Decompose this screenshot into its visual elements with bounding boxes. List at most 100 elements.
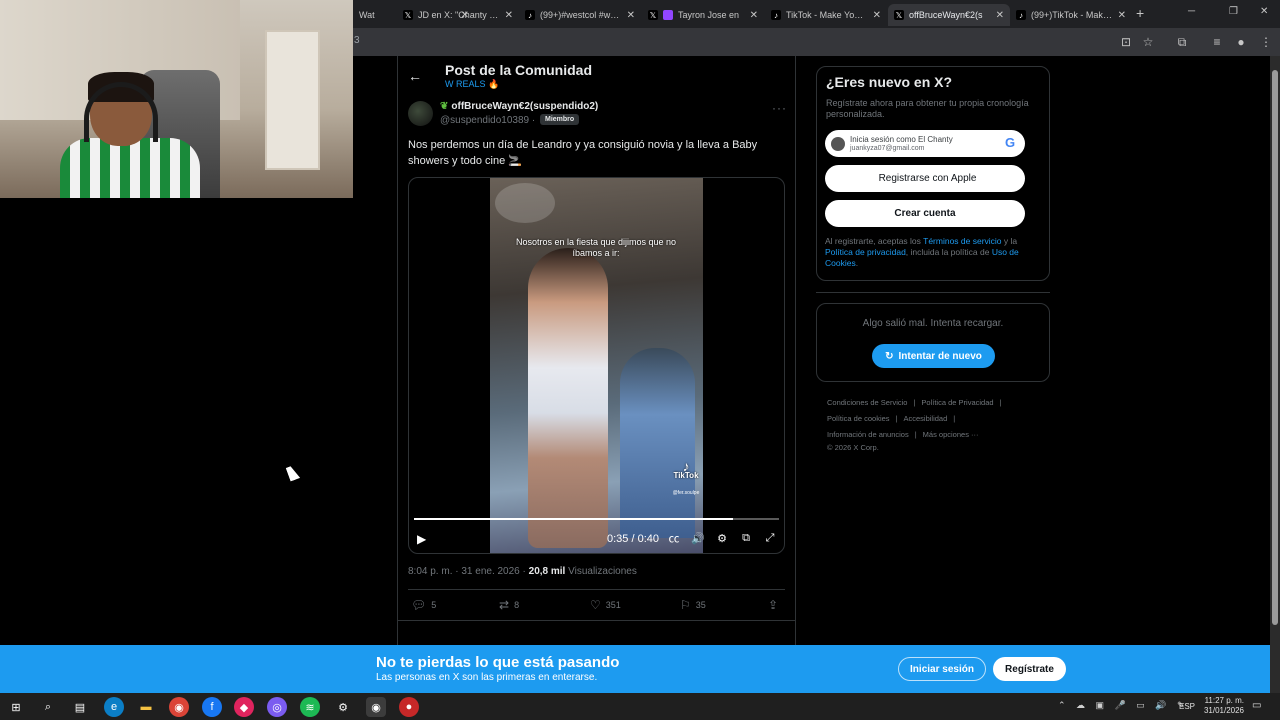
repost-icon: ⇄ (499, 598, 510, 612)
retry-button[interactable]: ↻ Intentar de nuevo (872, 344, 995, 368)
browser-tab[interactable]: ♪ (99+)TikTok - Make Y ✕ (1010, 4, 1132, 26)
user-handle[interactable]: @suspendido10389 · (440, 115, 535, 126)
browser-tab[interactable]: ♪ TikTok - Make Your D ✕ (765, 4, 887, 26)
browser-tab[interactable]: ♪ (99+)#westcol #west ✕ (519, 4, 641, 26)
task-view-icon[interactable]: ▤ (70, 697, 90, 717)
facebook-icon[interactable]: f (202, 697, 222, 717)
play-icon[interactable]: ▶ (417, 532, 426, 546)
google-account-email: juankyza07@gmail.com (850, 145, 925, 152)
signup-title: ¿Eres nuevo en X? (826, 74, 953, 90)
create-account-button[interactable]: Crear cuenta (825, 200, 1025, 227)
settings-gear-icon[interactable]: ⚙ (715, 531, 729, 545)
privacy-policy-link[interactable]: Política de privacidad (825, 247, 906, 257)
login-button[interactable]: Iniciar sesión (898, 657, 986, 681)
browser-tab[interactable]: 𝕏 JD en X: "Chanty está ✕ (397, 4, 519, 26)
tab-title: JD en X: "Chanty está (418, 10, 500, 20)
close-icon[interactable]: ✕ (996, 10, 1004, 21)
close-icon[interactable]: ✕ (505, 10, 513, 21)
settings-gear-icon[interactable]: ⚙ (333, 697, 353, 717)
create-account-label: Crear cuenta (894, 208, 956, 219)
share-button[interactable]: ⇪ (768, 598, 778, 612)
browser-tab[interactable]: 𝕏 Tayron Jose en ✕ (642, 4, 764, 26)
footer-separator: | (953, 414, 956, 423)
fullscreen-icon[interactable]: ⤢ (763, 531, 777, 545)
minimize-icon[interactable]: ─ (1188, 6, 1195, 17)
video-progress-fill (414, 518, 734, 520)
notifications-icon[interactable]: ▭ (1252, 700, 1261, 711)
close-icon[interactable]: ✕ (1118, 10, 1126, 21)
avatar[interactable] (408, 101, 433, 126)
picture-in-picture-icon[interactable]: ⧉ (739, 531, 753, 545)
tab-title: (99+)TikTok - Make Y (1031, 10, 1113, 20)
signup-description: Regístrate ahora para obtener tu propia … (826, 98, 1029, 119)
close-window-icon[interactable]: ✕ (1260, 6, 1268, 17)
display-name[interactable]: ❦ offBruceWayn€2(suspendido2) (440, 101, 598, 112)
captions-icon[interactable]: ㏄ (667, 531, 681, 545)
more-options-icon[interactable]: ··· (772, 101, 787, 115)
search-icon[interactable]: ⌕ (38, 697, 58, 717)
close-icon[interactable]: ✕ (627, 10, 635, 21)
maximize-icon[interactable]: ❐ (1229, 6, 1238, 17)
webcam-overlay (0, 0, 353, 198)
like-button[interactable]: ♡ 351 (590, 598, 621, 612)
media-control-icon[interactable]: ≡ (1209, 34, 1225, 50)
footer-separator: | (913, 398, 916, 407)
footer-links: Condiciones de Servicio | Política de Priv… (827, 395, 1037, 453)
webcam-shirt (60, 138, 200, 198)
language-indicator[interactable]: ESP (1179, 702, 1195, 711)
extensions-icon[interactable]: ⧉ (1174, 34, 1190, 50)
spotify-icon[interactable]: ≋ (300, 697, 320, 717)
new-tab-button[interactable]: + (1136, 5, 1144, 21)
install-app-icon[interactable]: ⊡ (1118, 34, 1134, 50)
bookmark-icon: ⚐ (680, 598, 691, 612)
leaf-icon: ❦ (440, 101, 449, 112)
footer-separator: | (895, 414, 898, 423)
obs-icon[interactable]: ● (399, 697, 419, 717)
apple-signup-button[interactable]: Registrarse con Apple (825, 165, 1025, 192)
red-app-icon[interactable]: ◆ (234, 697, 254, 717)
file-explorer-icon[interactable]: ▬ (136, 697, 156, 717)
bookmark-button[interactable]: ⚐ 35 (680, 598, 706, 612)
edge-icon[interactable]: e (104, 697, 124, 717)
twitch-logo-icon (663, 10, 673, 20)
scrollbar-thumb[interactable] (1272, 70, 1278, 625)
back-arrow-icon[interactable]: ← (408, 68, 422, 84)
windows-start-icon[interactable]: ⊞ (6, 697, 26, 717)
footer-copyright: © 2026 X Corp. (827, 443, 879, 452)
browser-tab-active[interactable]: 𝕏offBruceWayn€2(s ✕ (888, 4, 1010, 26)
display-name-text: offBruceWayn€2(suspendido2) (451, 101, 599, 112)
volume-icon[interactable]: 🔊 (691, 531, 705, 545)
chrome-icon[interactable]: ◉ (169, 697, 189, 717)
footer-accessibility-link[interactable]: Accesibilidad (904, 414, 948, 423)
system-tray-icons[interactable]: ⌃ ☁ ▣ 🎤 ▭ 🔊 ✎ (1058, 700, 1189, 711)
heart-icon: ♡ (590, 598, 601, 612)
community-link[interactable]: W REALS 🔥 (445, 79, 499, 90)
footer-ads-link[interactable]: Información de anuncios (827, 430, 909, 439)
close-icon[interactable]: ✕ (873, 10, 881, 21)
footer-terms-link[interactable]: Condiciones de Servicio (827, 398, 907, 407)
banner-subtitle: Las personas en X son las primeras en en… (376, 672, 598, 683)
url-field[interactable]: 3 (354, 35, 360, 46)
bookmark-star-icon[interactable]: ☆ (1140, 34, 1156, 50)
video-frame[interactable] (490, 178, 703, 553)
like-count: 351 (605, 600, 621, 610)
close-icon[interactable]: ✕ (750, 10, 758, 21)
terms-of-service-link[interactable]: Términos de servicio (923, 236, 1001, 246)
menu-kebab-icon[interactable]: ⋮ (1258, 34, 1274, 50)
tiktok-watermark-text: TikTok (673, 471, 699, 480)
messenger-icon[interactable]: ◎ (267, 697, 287, 717)
footer-more-link[interactable]: Más opciones ··· (923, 430, 979, 439)
repost-button[interactable]: ⇄ 8 (499, 598, 519, 612)
tab-title: offBruceWayn€2(s (909, 10, 983, 20)
profile-avatar-icon[interactable]: ● (1233, 34, 1249, 50)
tiktok-note-icon: ♪ (682, 458, 690, 474)
post-timestamp[interactable]: 8:04 p. m. · 31 ene. 2026 · (408, 566, 526, 577)
chrome-active-icon[interactable]: ◉ (366, 697, 386, 717)
footer-cookies-link[interactable]: Política de cookies (827, 414, 890, 423)
register-button[interactable]: Regístrate (993, 657, 1066, 681)
footer-privacy-link[interactable]: Política de Privacidad (921, 398, 993, 407)
divider (816, 292, 1050, 293)
handle-separator: · (531, 115, 536, 126)
reply-button[interactable]: 💬︎ 5 (411, 598, 436, 612)
system-clock[interactable]: 11:27 p. m. 31/01/2026 (1200, 696, 1244, 716)
